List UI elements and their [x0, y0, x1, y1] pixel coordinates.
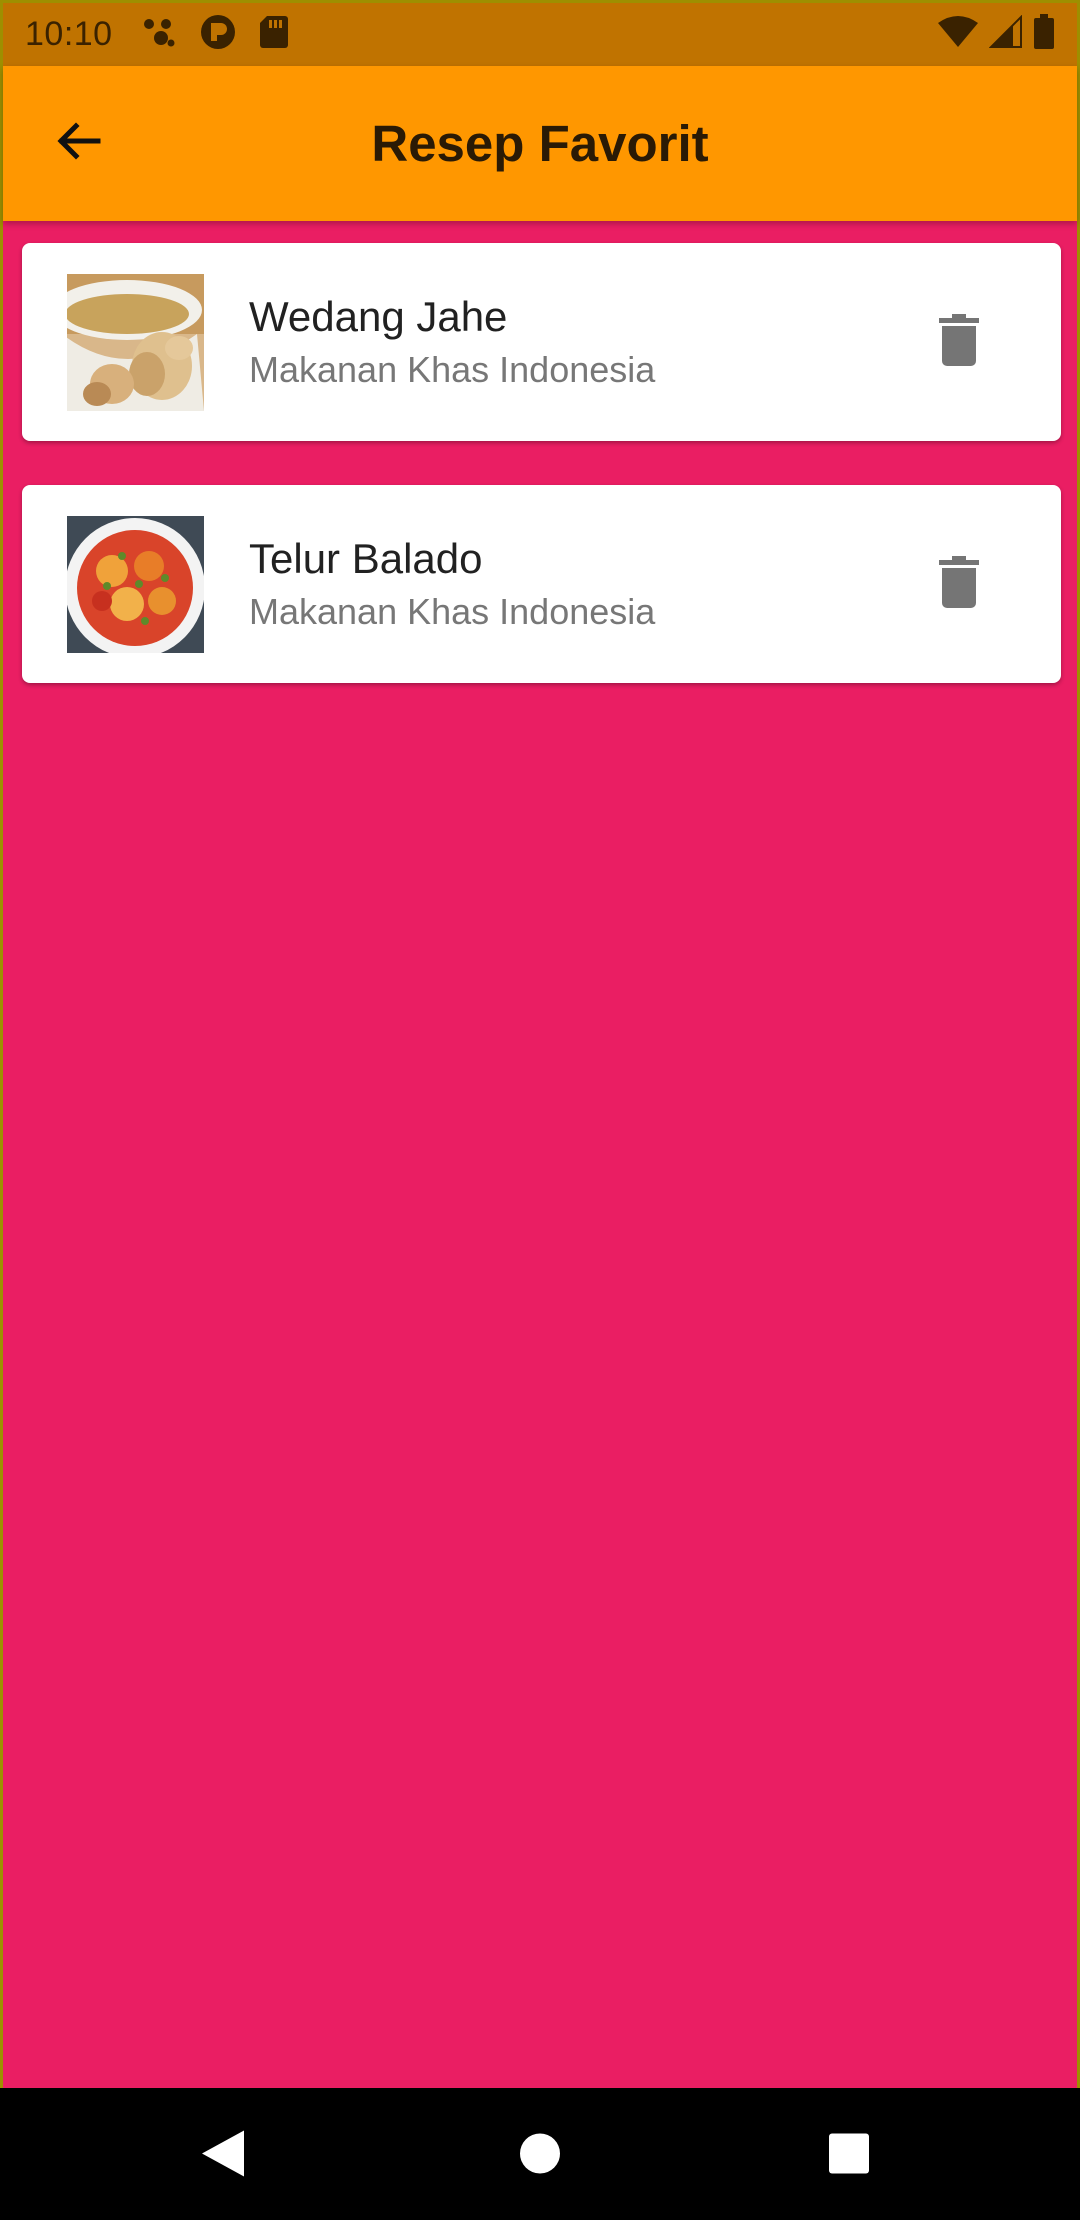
- item-subtitle: Makanan Khas Indonesia: [249, 591, 656, 632]
- app-bar: Resep Favorit: [3, 66, 1077, 221]
- recents-square-icon: [828, 2132, 870, 2179]
- back-button[interactable]: [43, 109, 113, 179]
- page-title: Resep Favorit: [371, 115, 709, 172]
- home-circle-icon: [518, 2131, 562, 2180]
- cell-signal-icon: [988, 14, 1023, 54]
- battery-icon: [1033, 14, 1055, 55]
- item-texts: Wedang Jahe Makanan Khas Indonesia: [249, 291, 655, 393]
- wifi-icon: [937, 15, 979, 54]
- status-right-icons: [937, 14, 1055, 55]
- status-time: 10:10: [25, 15, 113, 53]
- item-subtitle: Makanan Khas Indonesia: [249, 349, 656, 390]
- back-triangle-icon: [200, 2128, 246, 2183]
- screen: 10:10 Resep Favorit Wedang Jahe Makanan …: [0, 0, 1080, 2220]
- sd-card-icon: [259, 14, 289, 55]
- nav-recents-button[interactable]: [828, 2132, 870, 2179]
- nav-home-button[interactable]: [518, 2131, 562, 2180]
- list-item[interactable]: Wedang Jahe Makanan Khas Indonesia: [22, 243, 1061, 441]
- item-texts: Telur Balado Makanan Khas Indonesia: [249, 533, 655, 635]
- list-item[interactable]: Telur Balado Makanan Khas Indonesia: [22, 485, 1061, 683]
- system-nav-bar: [0, 2088, 1080, 2220]
- nav-back-button[interactable]: [200, 2128, 246, 2183]
- delete-icon: [939, 313, 979, 371]
- balado-egg-photo: [67, 515, 204, 653]
- ginger-drink-photo: [67, 273, 204, 411]
- delete-button[interactable]: [929, 549, 989, 619]
- delete-button[interactable]: [929, 307, 989, 377]
- status-left-icons: [141, 13, 289, 56]
- delete-icon: [939, 555, 979, 613]
- item-title: Wedang Jahe: [249, 293, 508, 340]
- favorites-list: Wedang Jahe Makanan Khas Indonesia Telur…: [22, 243, 1061, 727]
- status-bar: 10:10: [3, 3, 1077, 66]
- arrow-back-icon: [54, 117, 102, 170]
- item-title: Telur Balado: [249, 535, 483, 582]
- assistant-dots-icon: [141, 15, 177, 54]
- notification-app-icon: [199, 13, 237, 56]
